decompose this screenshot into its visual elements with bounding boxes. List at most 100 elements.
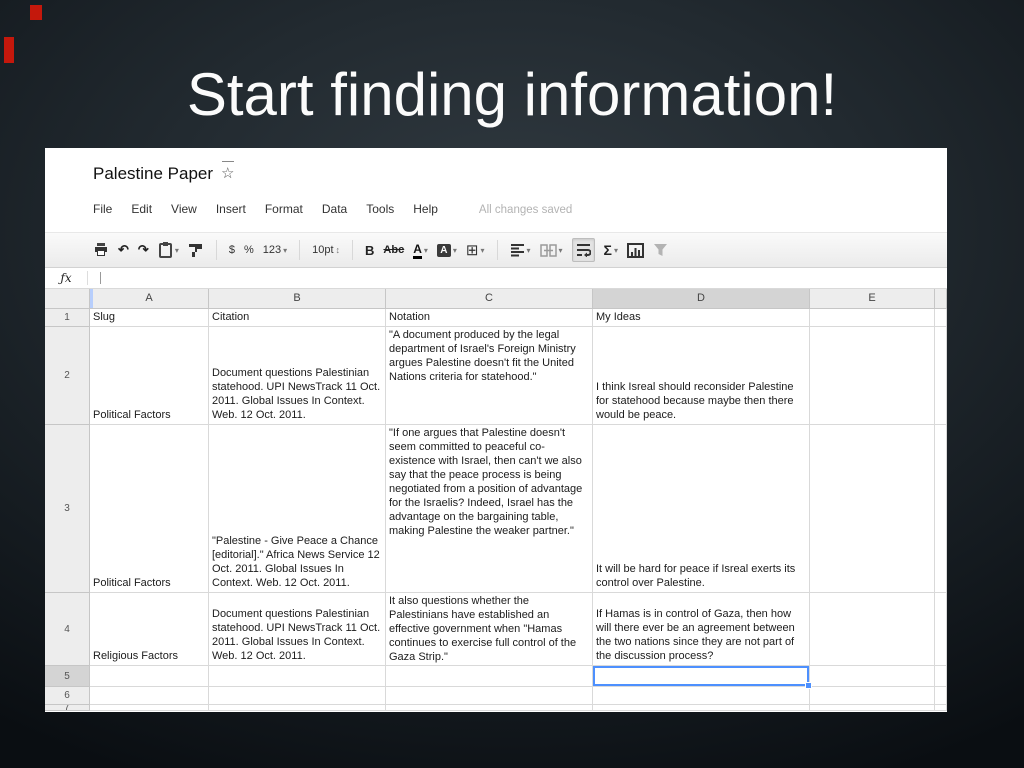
row-header-5[interactable]: 5: [45, 666, 90, 687]
cell-B7[interactable]: [209, 705, 386, 711]
cell-E1[interactable]: [810, 309, 935, 327]
text-color-button[interactable]: A ▾: [413, 240, 428, 260]
toolbar-separator: [299, 240, 301, 260]
strikethrough-button[interactable]: Abc: [383, 240, 404, 260]
cell-C7[interactable]: [386, 705, 593, 711]
menu-file[interactable]: File: [93, 202, 112, 216]
cell-C1[interactable]: Notation: [386, 309, 593, 327]
grid: A B C D E 1 Slug Citation Notation My Ideas 2 Polit…: [45, 289, 947, 712]
cell-B4[interactable]: Document questions Palestinian statehood…: [209, 593, 386, 666]
cell-C6[interactable]: [386, 687, 593, 705]
percent-button[interactable]: %: [244, 240, 254, 260]
menu-data[interactable]: Data: [322, 202, 347, 216]
menu-edit[interactable]: Edit: [131, 202, 152, 216]
cell-E3[interactable]: [810, 425, 935, 593]
star-icon[interactable]: ☆: [221, 161, 235, 182]
font-size-button[interactable]: 10pt ↕: [312, 240, 340, 260]
document-title[interactable]: Palestine Paper: [93, 164, 213, 184]
row-header-2[interactable]: 2: [45, 327, 90, 425]
cell-B5[interactable]: [209, 666, 386, 687]
row-header-4[interactable]: 4: [45, 593, 90, 666]
cell-B2[interactable]: Document questions Palestinian statehood…: [209, 327, 386, 425]
dropdown-caret: ▾: [480, 245, 485, 255]
cell-F5[interactable]: [935, 666, 947, 687]
cell-B3[interactable]: "Palestine - Give Peace a Chance [editor…: [209, 425, 386, 593]
redo-icon[interactable]: ↷: [138, 240, 149, 260]
bold-button[interactable]: B: [365, 240, 374, 260]
dropdown-caret: ▾: [174, 245, 179, 255]
wrap-text-button[interactable]: [571, 238, 595, 262]
col-header-B[interactable]: B: [209, 289, 386, 309]
cell-E2[interactable]: [810, 327, 935, 425]
cell-A6[interactable]: [90, 687, 209, 705]
formula-bar: ƒx: [45, 268, 947, 289]
menu-format[interactable]: Format: [265, 202, 303, 216]
number-format-button[interactable]: 123 ▾: [263, 240, 287, 260]
number-format-label: 123: [262, 244, 282, 256]
col-header-E[interactable]: E: [810, 289, 935, 309]
menu-insert[interactable]: Insert: [216, 202, 246, 216]
updown-icon: ↕: [335, 245, 341, 255]
col-header-C[interactable]: C: [386, 289, 593, 309]
cell-A2[interactable]: Political Factors: [90, 327, 209, 425]
cell-E5[interactable]: [810, 666, 935, 687]
dropdown-caret: ▾: [526, 245, 531, 255]
cell-A4[interactable]: Religious Factors: [90, 593, 209, 666]
cell-D3[interactable]: It will be hard for peace if Isreal exer…: [593, 425, 810, 593]
cell-C3[interactable]: "If one argues that Palestine doesn't se…: [386, 425, 593, 593]
cell-D2[interactable]: I think Isreal should reconsider Palesti…: [593, 327, 810, 425]
chart-button[interactable]: [626, 240, 644, 260]
cell-C5[interactable]: [386, 666, 593, 687]
cell-E7[interactable]: [810, 705, 935, 711]
cell-B1[interactable]: Citation: [209, 309, 386, 327]
cell-F7[interactable]: [935, 705, 947, 711]
cell-E6[interactable]: [810, 687, 935, 705]
col-header-D[interactable]: D: [593, 289, 810, 309]
currency-button[interactable]: $: [229, 240, 235, 260]
cell-D4[interactable]: If Hamas is in control of Gaza, then how…: [593, 593, 810, 666]
filter-icon[interactable]: [653, 240, 668, 260]
cell-E4[interactable]: [810, 593, 935, 666]
merge-cells-button[interactable]: ▾: [539, 240, 563, 260]
cell-D7[interactable]: [593, 705, 810, 711]
fill-color-button[interactable]: A ▾: [436, 240, 457, 260]
row-header-1[interactable]: 1: [45, 309, 90, 327]
cell-F6[interactable]: [935, 687, 947, 705]
borders-button[interactable]: ⊞ ▾: [466, 240, 485, 260]
cell-F1[interactable]: [935, 309, 947, 327]
dropdown-caret: ▾: [283, 245, 288, 255]
align-button[interactable]: ▾: [510, 240, 531, 260]
toolbar-separator: [496, 240, 498, 260]
cell-B6[interactable]: [209, 687, 386, 705]
formula-input[interactable]: [101, 268, 947, 288]
menu-tools[interactable]: Tools: [366, 202, 394, 216]
row-header-6[interactable]: 6: [45, 687, 90, 705]
paste-icon[interactable]: ▾: [158, 240, 179, 260]
cell-A1[interactable]: Slug: [90, 309, 209, 327]
grid-corner[interactable]: [45, 289, 90, 309]
cell-A5[interactable]: [90, 666, 209, 687]
col-header-partial[interactable]: [935, 289, 947, 309]
cell-F4[interactable]: [935, 593, 947, 666]
dropdown-caret: ▾: [423, 245, 428, 255]
cell-C2[interactable]: "A document produced by the legal depart…: [386, 327, 593, 425]
menu-view[interactable]: View: [171, 202, 197, 216]
row-header-7[interactable]: 7: [45, 705, 90, 711]
print-icon[interactable]: [93, 240, 109, 260]
paint-format-icon[interactable]: [188, 240, 204, 260]
col-header-A[interactable]: A: [90, 289, 209, 309]
cell-D6[interactable]: [593, 687, 810, 705]
undo-icon[interactable]: ↶: [118, 240, 129, 260]
cell-D5[interactable]: [593, 666, 812, 689]
cell-F2[interactable]: [935, 327, 947, 425]
cell-D1[interactable]: My Ideas: [593, 309, 810, 327]
cell-A7[interactable]: [90, 705, 209, 711]
cell-F3[interactable]: [935, 425, 947, 593]
menu-help[interactable]: Help: [413, 202, 438, 216]
cell-C4[interactable]: It also questions whether the Palestinia…: [386, 593, 593, 666]
cell-A3[interactable]: Political Factors: [90, 425, 209, 593]
font-size-label: 10pt: [312, 244, 334, 256]
functions-button[interactable]: Σ ▾: [604, 240, 618, 260]
borders-icon: ⊞: [465, 242, 479, 259]
row-header-3[interactable]: 3: [45, 425, 90, 593]
